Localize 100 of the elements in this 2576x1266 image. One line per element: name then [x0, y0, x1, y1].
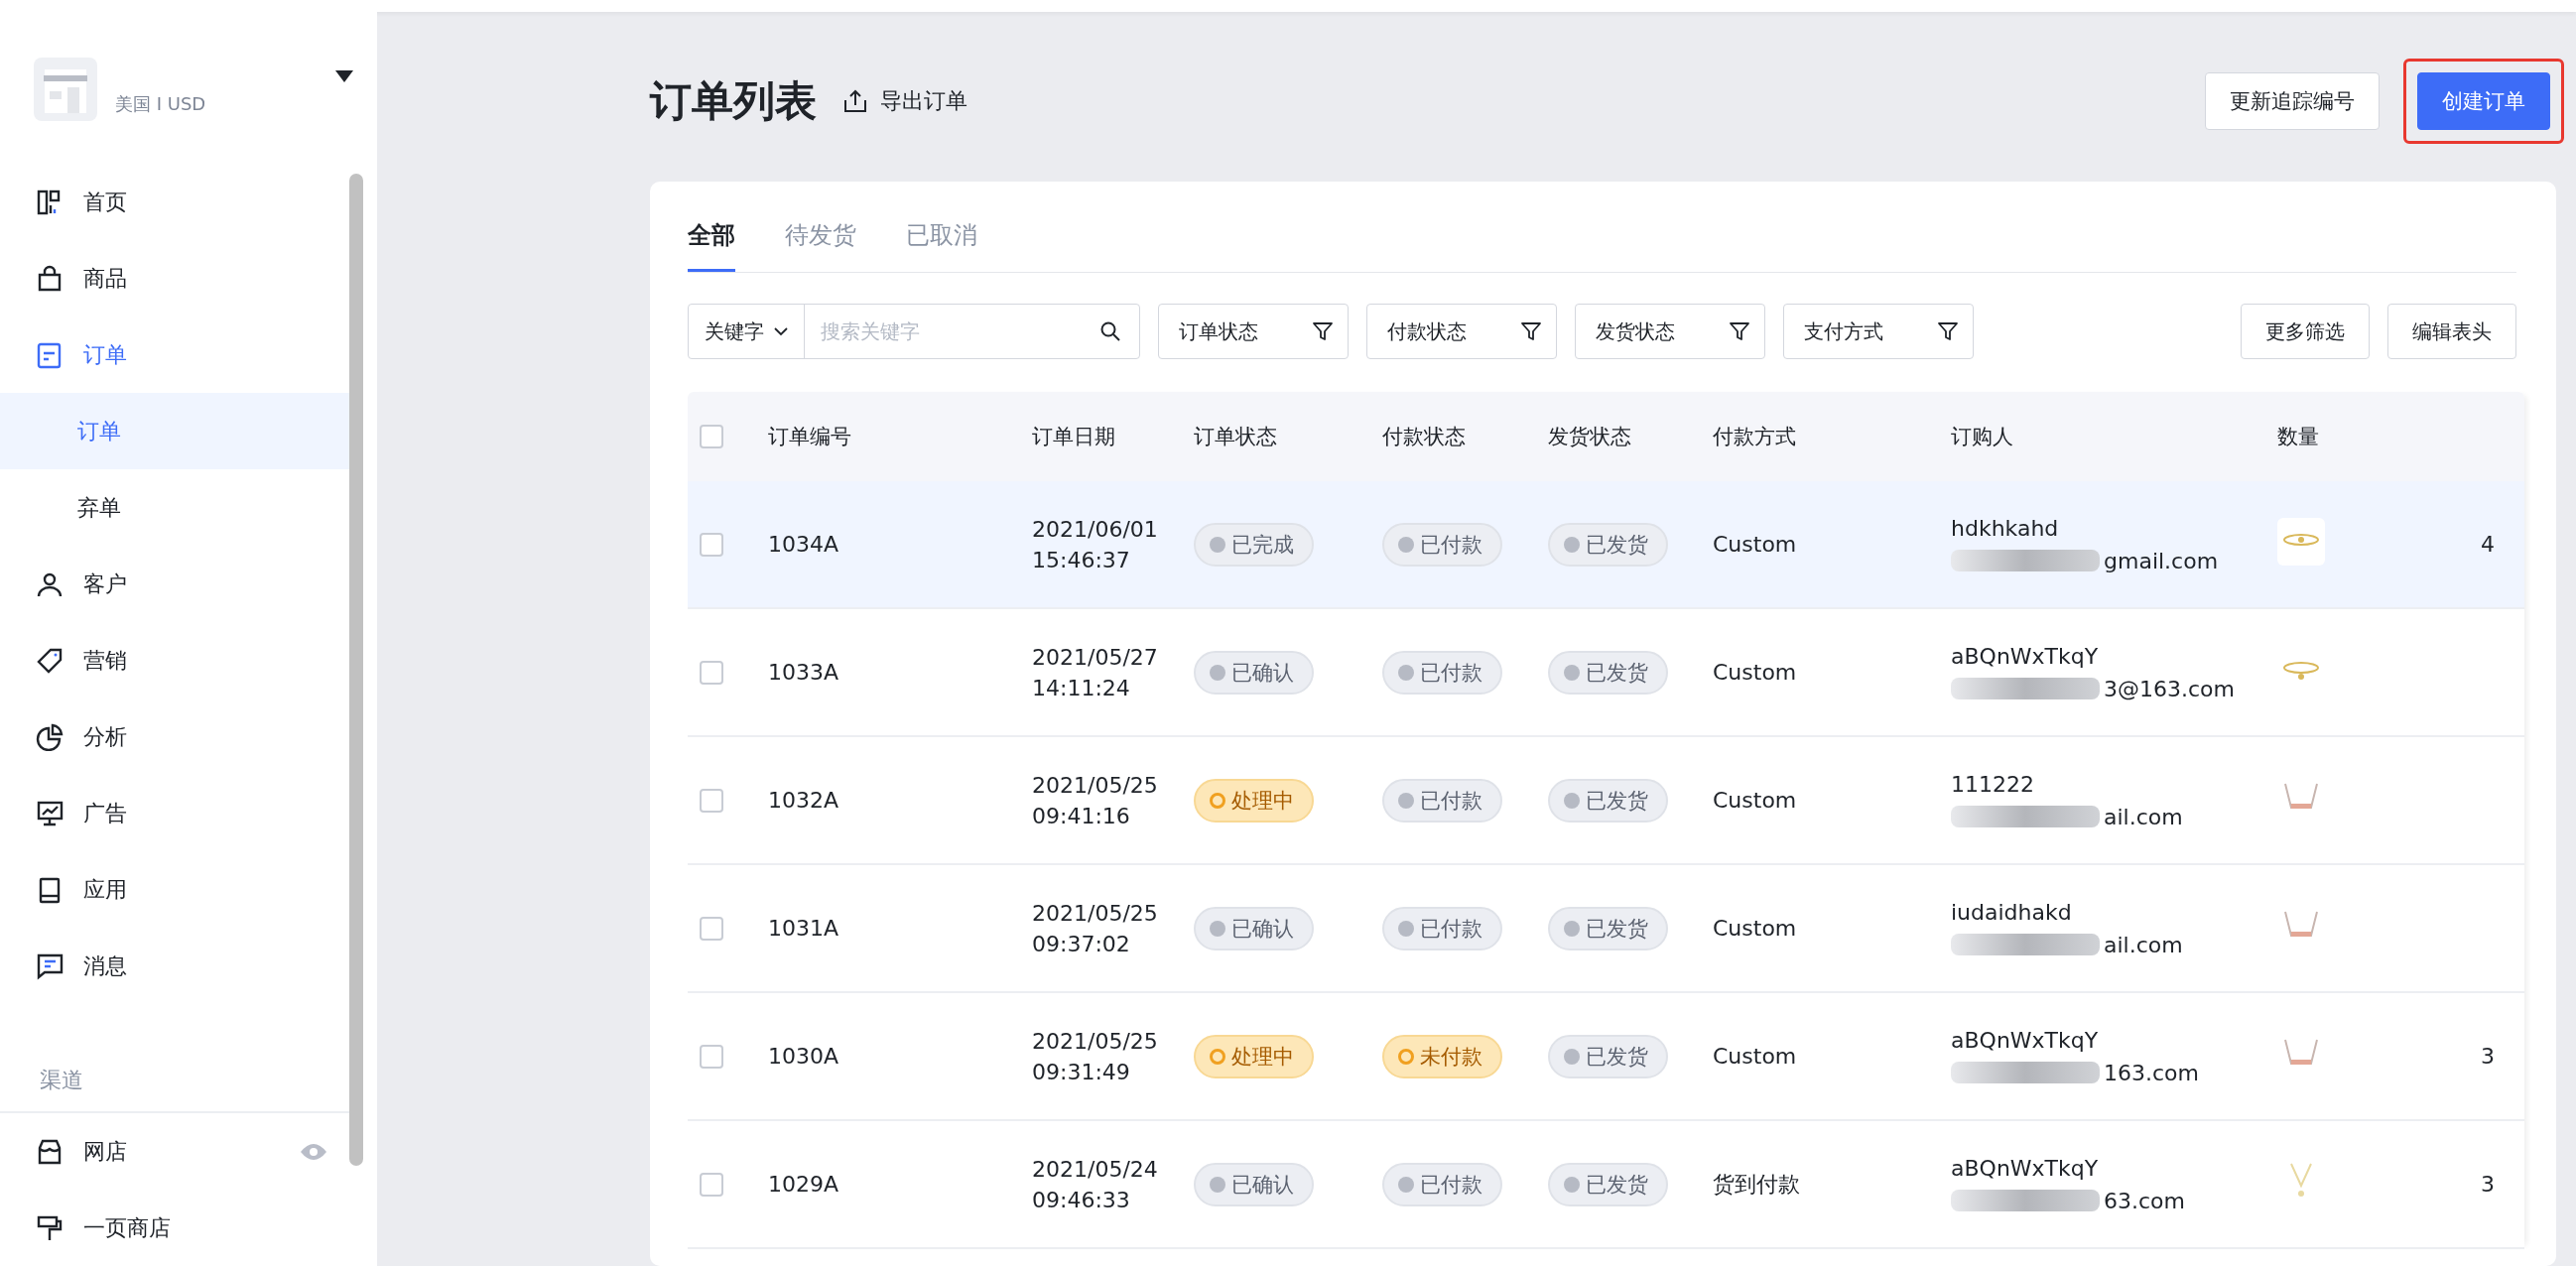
- order-time: 09:46:33: [1032, 1187, 1131, 1212]
- payment-method: 货到付款: [1713, 1170, 1801, 1199]
- nav-item[interactable]: 广告: [0, 775, 349, 851]
- nav-subitem[interactable]: 弃单: [0, 469, 349, 546]
- create-order-button[interactable]: 创建订单: [2417, 71, 2550, 130]
- checkbox[interactable]: [700, 1172, 723, 1197]
- caret-icon[interactable]: [335, 69, 353, 82]
- pie-chart-icon: [36, 722, 64, 751]
- checkbox[interactable]: [700, 532, 723, 557]
- payment-method: Custom: [1713, 532, 1798, 557]
- eye-icon[interactable]: [300, 1141, 327, 1162]
- nav-subitem[interactable]: 订单: [0, 393, 349, 469]
- order-number[interactable]: 1032A: [768, 788, 1032, 813]
- buyer-email: gmail.com: [2104, 548, 2219, 573]
- checkbox[interactable]: [700, 916, 723, 941]
- nav-item[interactable]: 一页商店: [0, 1190, 349, 1266]
- order-number[interactable]: 1029A: [768, 1172, 1032, 1197]
- nav-item[interactable]: 商品: [0, 240, 349, 316]
- order-date: 2021/05/25: [1032, 772, 1159, 798]
- table-row[interactable]: 1034A 2021/06/01 15:46:37 已完成 已付款 已发货 Custom hdkhkahd gmail.com 4: [688, 481, 2524, 609]
- tag-icon: [36, 646, 64, 675]
- filter-dropdown[interactable]: 发货状态: [1575, 304, 1765, 359]
- storefront-icon: [36, 1137, 64, 1166]
- table-row[interactable]: 1029A 2021/05/24 09:46:33 已确认 已付款 已发货 货到付款 aBQnWxTkqY 63.com 3: [688, 1121, 2524, 1249]
- export-button[interactable]: 导出订单: [842, 85, 967, 116]
- filter-dropdown[interactable]: 订单状态: [1158, 304, 1349, 359]
- quantity: 3: [2480, 1172, 2496, 1197]
- column-header: 付款方式: [1713, 424, 1797, 450]
- table-row[interactable]: 1032A 2021/05/25 09:41:16 处理中 已付款 已发货 Custom 111222 ail.com: [688, 737, 2524, 865]
- filter-button[interactable]: 编辑表头: [2387, 304, 2516, 359]
- upload-icon: [842, 87, 868, 114]
- status-badge: 已付款: [1382, 778, 1502, 823]
- nav-item[interactable]: 消息: [0, 928, 349, 1004]
- buyer-email: ail.com: [2104, 932, 2183, 957]
- nav-item[interactable]: 分析: [0, 698, 349, 775]
- nav-item[interactable]: 营销: [0, 622, 349, 698]
- column-header: 发货状态: [1548, 424, 1632, 450]
- filter-dropdown[interactable]: 付款状态: [1366, 304, 1557, 359]
- page-title: 订单列表: [650, 74, 817, 127]
- status-badge: 已发货: [1548, 1034, 1668, 1078]
- buyer-name: 111222: [1951, 771, 2035, 797]
- checkbox[interactable]: [700, 660, 723, 685]
- nav-item[interactable]: 订单: [0, 316, 349, 393]
- paint-roller-icon: [36, 1213, 64, 1242]
- status-badge: 处理中: [1194, 1034, 1314, 1078]
- order-time: 09:37:02: [1032, 931, 1131, 956]
- filter-dropdown[interactable]: 支付方式: [1783, 304, 1974, 359]
- filter-icon: [1937, 320, 1959, 342]
- store-region: 美国 I USD: [115, 91, 207, 116]
- buyer-name: iudaidhakd: [1951, 899, 2073, 925]
- order-time: 15:46:37: [1032, 547, 1131, 572]
- column-header: 订单状态: [1194, 424, 1278, 450]
- status-badge: 已发货: [1548, 906, 1668, 950]
- status-badge: 未付款: [1382, 1034, 1502, 1078]
- filter-button[interactable]: 更多筛选: [2241, 304, 2370, 359]
- buyer-email: 163.com: [2104, 1060, 2199, 1085]
- order-date: 2021/05/25: [1032, 1028, 1159, 1054]
- filter-icon: [1729, 320, 1750, 342]
- status-badge: 已付款: [1382, 906, 1502, 950]
- checkbox[interactable]: [700, 1044, 723, 1069]
- column-header: 订单编号: [768, 424, 852, 450]
- column-header: 付款状态: [1382, 424, 1467, 450]
- nav-item[interactable]: 应用: [0, 851, 349, 928]
- payment-method: Custom: [1713, 660, 1798, 685]
- nav-item[interactable]: 客户: [0, 546, 349, 622]
- order-time: 09:41:16: [1032, 803, 1131, 828]
- order-date: 2021/05/24: [1032, 1156, 1159, 1182]
- order-number[interactable]: 1031A: [768, 916, 1032, 941]
- table-row[interactable]: 1030A 2021/05/25 09:31:49 处理中 未付款 已发货 Custom aBQnWxTkqY 163.com 3: [688, 993, 2524, 1121]
- storefront-icon: [34, 57, 97, 121]
- column-header: 订购人: [1951, 424, 2014, 450]
- order-date: 2021/05/25: [1032, 900, 1159, 926]
- nav-item[interactable]: 网店: [0, 1113, 349, 1190]
- search-field[interactable]: 关键字 搜索关键字: [688, 304, 1140, 359]
- keyword-select[interactable]: 关键字: [689, 305, 805, 358]
- filter-icon: [1312, 320, 1334, 342]
- status-badge: 已发货: [1548, 522, 1668, 567]
- nav-item[interactable]: 首页: [0, 164, 349, 240]
- document-icon: [36, 340, 64, 369]
- payment-method: Custom: [1713, 916, 1798, 941]
- buyer-name: aBQnWxTkqY: [1951, 1027, 2100, 1053]
- status-badge: 已确认: [1194, 1162, 1314, 1206]
- column-header: 订单日期: [1032, 424, 1116, 450]
- checkbox[interactable]: [700, 425, 723, 448]
- tab[interactable]: 全部: [688, 209, 735, 272]
- status-badge: 已付款: [1382, 650, 1502, 695]
- status-badge: 已发货: [1548, 650, 1668, 695]
- order-number[interactable]: 1033A: [768, 660, 1032, 685]
- order-number[interactable]: 1030A: [768, 1044, 1032, 1069]
- table-row[interactable]: 1031A 2021/05/25 09:37:02 已确认 已付款 已发货 Custom iudaidhakd ail.com: [688, 865, 2524, 993]
- table-row[interactable]: 1033A 2021/05/27 14:11:24 已确认 已付款 已发货 Custom aBQnWxTkqY 3@163.com: [688, 609, 2524, 737]
- search-icon[interactable]: [1099, 320, 1121, 342]
- status-badge: 已发货: [1548, 778, 1668, 823]
- payment-method: Custom: [1713, 1044, 1798, 1069]
- checkbox[interactable]: [700, 788, 723, 813]
- update-tracking-button[interactable]: 更新追踪编号: [2205, 71, 2380, 130]
- scrollbar[interactable]: [349, 174, 363, 1166]
- order-number[interactable]: 1034A: [768, 532, 1032, 557]
- filter-icon: [1520, 320, 1542, 342]
- order-date: 2021/05/27: [1032, 644, 1159, 670]
